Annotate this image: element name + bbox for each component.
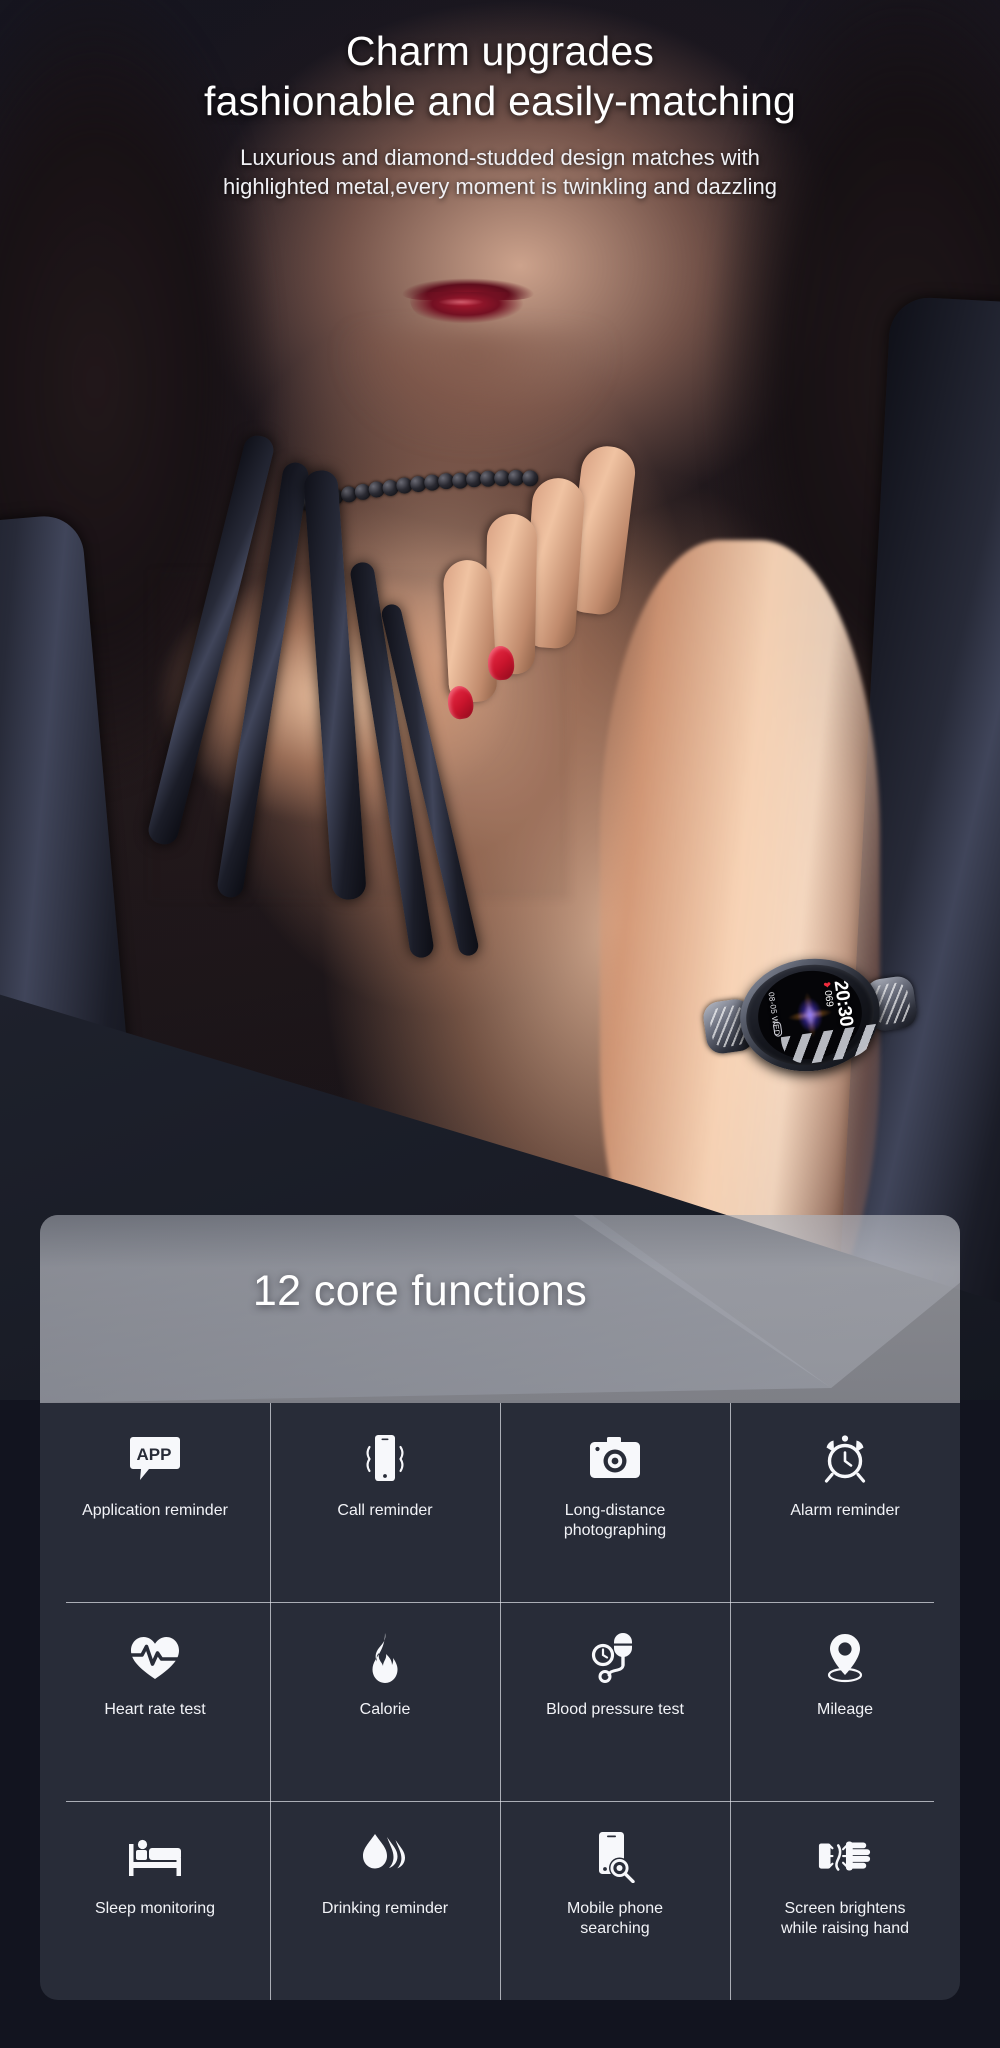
feature-label: Blood pressure test: [546, 1701, 684, 1718]
feature-cell[interactable]: Call reminder: [270, 1403, 500, 1602]
heart-pulse-icon: [127, 1630, 183, 1686]
model-lips: [402, 272, 534, 328]
hero-model-photo: 08-05 WED ❤ 069 20:30: [0, 0, 1000, 1400]
features-panel: APP Application reminder Call reminder L…: [40, 1403, 960, 2000]
feature-label: Application reminder: [82, 1502, 228, 1519]
chin-shadow: [340, 330, 610, 450]
camera-icon: [587, 1431, 643, 1487]
location-pin-icon: [817, 1630, 873, 1686]
page-subtitle-line-1: Luxurious and diamond-studded design mat…: [240, 145, 760, 171]
page-subtitle: Luxurious and diamond-studded design mat…: [0, 143, 1000, 202]
page-title-line-1: Charm upgrades: [345, 28, 655, 74]
feature-label: Long-distance photographing: [563, 1502, 667, 1539]
feature-label: Mobile phone searching: [566, 1900, 664, 1937]
core-functions-banner: 12 core functions: [40, 1215, 960, 1403]
phone-vibrate-icon: [357, 1431, 413, 1487]
feature-label: Screen brightens while raising hand: [780, 1900, 910, 1937]
feature-cell[interactable]: Heart rate test: [40, 1602, 270, 1801]
model-hand: [442, 440, 660, 770]
feature-cell[interactable]: Sleep monitoring: [40, 1801, 270, 2000]
feature-cell[interactable]: APP Application reminder: [40, 1403, 270, 1602]
water-drops-icon: [357, 1829, 413, 1885]
svg-text:APP: APP: [137, 1445, 172, 1464]
app-bubble-icon: APP: [127, 1431, 183, 1487]
feature-label: Alarm reminder: [790, 1502, 900, 1519]
feature-cell[interactable]: Long-distance photographing: [500, 1403, 730, 1602]
page-subtitle-line-2: highlighted metal,every moment is twinkl…: [223, 174, 777, 200]
feature-cell[interactable]: Mobile phone searching: [500, 1801, 730, 2000]
page-header: Charm upgrades fashionable and easily-ma…: [0, 0, 1000, 202]
bottom-strip: [0, 2000, 1000, 2048]
page-title-line-2: fashionable and easily-matching: [204, 78, 796, 125]
feature-label: Call reminder: [337, 1502, 433, 1519]
feature-label: Heart rate test: [104, 1701, 206, 1718]
feature-label: Calorie: [359, 1701, 411, 1718]
alarm-clock-icon: [817, 1431, 873, 1487]
feature-label: Mileage: [816, 1701, 874, 1718]
product-marketing-page: 08-05 WED ❤ 069 20:30 Charm upgrades fas…: [0, 0, 1000, 2048]
feature-cell[interactable]: Calorie: [270, 1602, 500, 1801]
banner-title: 12 core functions: [252, 1267, 588, 1315]
watch-battery-icon: [772, 1021, 783, 1038]
phone-search-icon: [587, 1829, 643, 1885]
flame-icon: [357, 1630, 413, 1686]
watch-case: 08-05 WED ❤ 069 20:30: [732, 949, 888, 1081]
feature-cell[interactable]: Blood pressure test: [500, 1602, 730, 1801]
bed-icon: [127, 1829, 183, 1885]
feature-cell[interactable]: Alarm reminder: [730, 1403, 960, 1602]
feature-label: Drinking reminder: [321, 1900, 449, 1917]
feature-cell[interactable]: Screen brightens while raising hand: [730, 1801, 960, 2000]
feature-label: Sleep monitoring: [94, 1900, 216, 1917]
features-grid: APP Application reminder Call reminder L…: [40, 1403, 960, 2000]
feature-cell[interactable]: Drinking reminder: [270, 1801, 500, 2000]
raise-hand-icon: [817, 1829, 873, 1885]
blood-pressure-icon: [587, 1630, 643, 1686]
feature-cell[interactable]: Mileage: [730, 1602, 960, 1801]
